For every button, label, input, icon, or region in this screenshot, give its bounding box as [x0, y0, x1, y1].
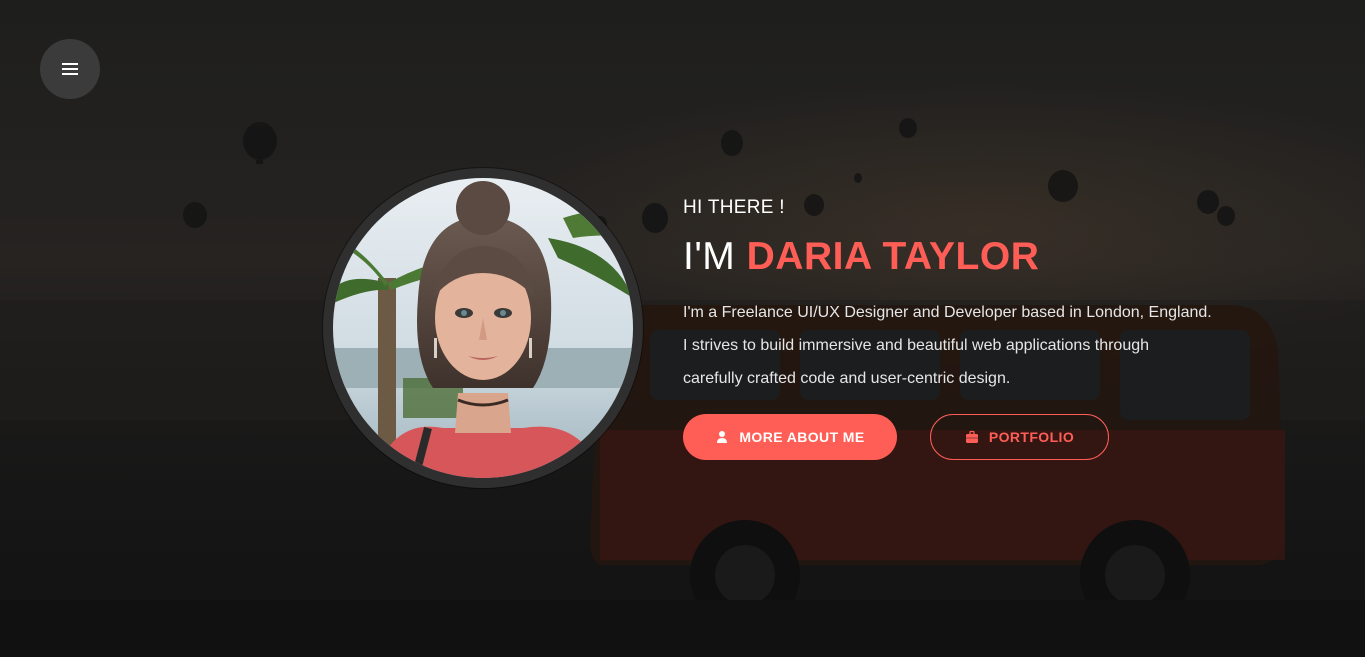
profile-photo-frame — [323, 168, 643, 488]
profile-photo-illustration — [333, 178, 633, 478]
more-about-me-button[interactable]: MORE ABOUT ME — [683, 414, 897, 460]
bio-text: I'm a Freelance UI/UX Designer and Devel… — [683, 296, 1243, 395]
bio-line: I strives to build immersive and beautif… — [683, 337, 1150, 354]
intro-block: HI THERE ! I'M DARIA TAYLOR I'm a Freela… — [683, 194, 1283, 460]
bio-line: I'm a Freelance UI/UX Designer and Devel… — [683, 304, 1212, 321]
headline-name: DARIA TAYLOR — [746, 235, 1040, 278]
portfolio-label: PORTFOLIO — [988, 429, 1075, 445]
greeting: HI THERE ! — [683, 197, 785, 218]
hamburger-menu-icon — [62, 63, 78, 75]
headline-prefix: I'M — [683, 235, 736, 278]
hero-actions: MORE ABOUT ME PORTFOLIO — [683, 414, 1283, 460]
profile-photo — [333, 178, 633, 478]
bio-line: carefully crafted code and user-centric … — [683, 370, 1011, 387]
hero-section: HI THERE ! I'M DARIA TAYLOR I'm a Freela… — [0, 0, 1365, 657]
page-title: I'M DARIA TAYLOR — [683, 232, 1283, 282]
menu-button[interactable] — [40, 39, 100, 99]
portfolio-button[interactable]: PORTFOLIO — [930, 414, 1109, 460]
user-icon — [715, 430, 729, 444]
briefcase-icon — [965, 430, 979, 444]
more-about-me-label: MORE ABOUT ME — [739, 429, 865, 445]
